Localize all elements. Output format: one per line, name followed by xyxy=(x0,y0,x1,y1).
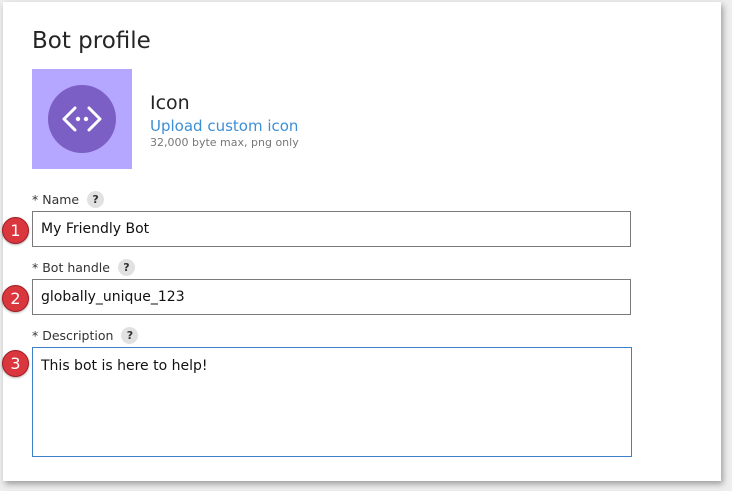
description-label-text: * Description xyxy=(32,327,114,343)
bot-handle-label: * Bot handle ? xyxy=(32,259,135,276)
bot-handle-help-icon[interactable]: ? xyxy=(117,259,135,276)
name-input[interactable] xyxy=(32,211,631,247)
code-brackets-icon xyxy=(48,85,116,153)
bot-handle-input[interactable] xyxy=(32,279,631,315)
name-label: * Name ? xyxy=(32,191,105,208)
step-badge-1: 1 xyxy=(2,217,29,244)
name-help-icon[interactable]: ? xyxy=(87,191,105,208)
upload-custom-icon-link[interactable]: Upload custom icon xyxy=(150,116,298,136)
name-label-text: * Name xyxy=(32,191,80,207)
step-badge-3: 3 xyxy=(2,350,29,377)
bot-profile-card: Bot profile Icon Upload custom icon 32,0… xyxy=(2,2,721,481)
icon-size-note: 32,000 byte max, png only xyxy=(150,136,299,149)
bot-icon-preview xyxy=(32,69,132,169)
description-textarea[interactable]: This bot is here to help! xyxy=(32,347,632,457)
step-badge-2: 2 xyxy=(2,285,29,312)
description-label: * Description ? xyxy=(32,327,139,344)
description-help-icon[interactable]: ? xyxy=(121,327,139,344)
bot-handle-label-text: * Bot handle xyxy=(32,259,110,275)
page-title: Bot profile xyxy=(32,28,151,54)
icon-heading: Icon xyxy=(150,92,190,114)
